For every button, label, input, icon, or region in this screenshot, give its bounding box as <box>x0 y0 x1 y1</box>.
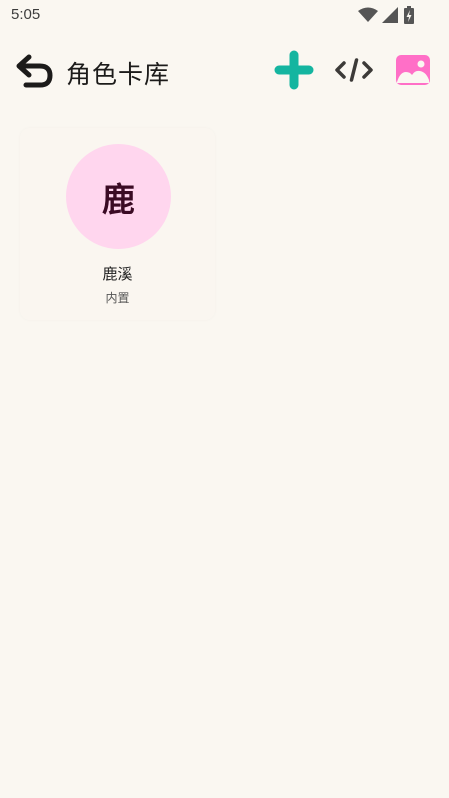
character-card[interactable]: 鹿 鹿溪 内置 <box>20 128 215 320</box>
avatar-text: 鹿 <box>102 179 135 219</box>
page-title: 角色卡库 <box>66 60 171 89</box>
character-name: 鹿溪 <box>102 265 133 283</box>
app-bar: 角色卡库 <box>0 42 449 98</box>
back-button[interactable] <box>12 50 56 90</box>
avatar: 鹿 <box>66 144 171 249</box>
signal-icon <box>382 7 398 23</box>
status-bar: 5:05 <box>0 0 449 32</box>
code-icon <box>335 58 373 82</box>
plus-icon <box>274 50 314 90</box>
image-button[interactable] <box>393 50 433 90</box>
code-button[interactable] <box>334 50 374 90</box>
wifi-icon <box>358 7 378 22</box>
image-icon <box>396 55 430 85</box>
back-arrow-icon <box>16 54 53 88</box>
battery-charging-icon <box>404 6 414 24</box>
add-button[interactable] <box>274 50 314 90</box>
builtin-badge: 内置 <box>105 291 130 305</box>
status-time: 5:05 <box>11 6 41 23</box>
